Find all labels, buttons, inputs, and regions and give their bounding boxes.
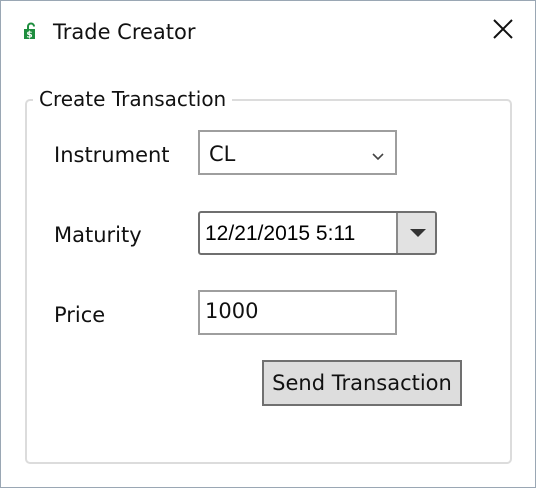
maturity-dropdown-button[interactable] (396, 213, 435, 253)
price-value: 1000 (205, 299, 259, 323)
maturity-label: Maturity (54, 223, 142, 247)
instrument-selected-value: CL (209, 142, 236, 166)
instrument-combobox[interactable]: CL (198, 130, 397, 175)
title-bar[interactable]: $ Trade Creator (1, 1, 535, 61)
instrument-label: Instrument (54, 143, 170, 167)
chevron-down-icon (372, 147, 384, 161)
trade-creator-window: $ Trade Creator Create Transaction Instr… (0, 0, 536, 488)
window-title: Trade Creator (53, 20, 196, 44)
group-legend: Create Transaction (33, 85, 233, 113)
maturity-datepicker (198, 211, 437, 255)
close-icon (492, 18, 514, 44)
svg-text:$: $ (26, 31, 32, 41)
maturity-input[interactable] (205, 220, 395, 248)
close-button[interactable] (481, 11, 525, 51)
send-transaction-button[interactable]: Send Transaction (262, 360, 462, 406)
dropdown-arrow-icon (409, 229, 426, 237)
price-field[interactable]: 1000 (198, 290, 397, 335)
price-label: Price (54, 303, 106, 327)
dollar-lock-icon: $ (21, 21, 41, 41)
